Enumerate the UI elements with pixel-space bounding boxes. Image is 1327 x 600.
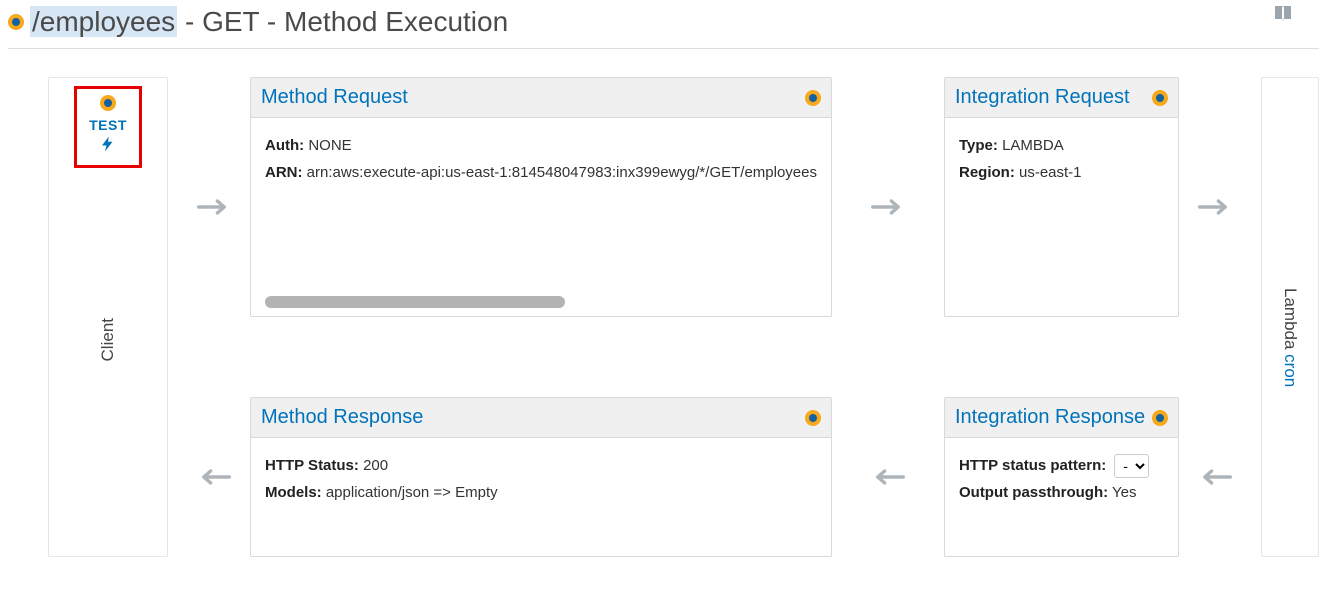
arrow-left-icon <box>838 397 938 557</box>
lambda-column: Lambda cron <box>1261 77 1319 557</box>
arrow-right-icon <box>184 77 244 337</box>
card-header: Method Response <box>251 398 831 438</box>
arrow-right-icon <box>1185 77 1245 337</box>
bullet-icon <box>805 410 821 426</box>
models-value: application/json => Empty <box>326 484 498 501</box>
horizontal-scrollbar[interactable] <box>265 296 565 308</box>
passthrough-value: Yes <box>1112 484 1136 501</box>
client-column: TEST Client <box>48 77 168 557</box>
card-body: Type: LAMBDA Region: us-east-1 <box>945 118 1178 316</box>
bullet-icon <box>805 90 821 106</box>
bullet-icon <box>100 95 116 111</box>
card-body: Auth: NONE ARN: arn:aws:execute-api:us-e… <box>251 118 831 316</box>
test-button[interactable]: TEST <box>74 86 142 168</box>
arrow-left-icon <box>184 397 244 557</box>
lambda-label: Lambda cron <box>1280 288 1300 387</box>
bullet-icon <box>1152 410 1168 426</box>
arrow-left-icon <box>1185 397 1245 557</box>
client-label: Client <box>98 318 118 361</box>
resource-path: /employees <box>30 6 177 37</box>
flow-area: TEST Client Method Request Auth: NONE AR… <box>8 49 1319 557</box>
status-pattern-select[interactable]: - <box>1114 454 1149 478</box>
arrow-right-icon <box>838 77 938 337</box>
card-title: Method Request <box>261 86 408 109</box>
card-title: Method Response <box>261 406 423 429</box>
card-header: Integration Response <box>945 398 1178 438</box>
lightning-icon <box>99 131 117 161</box>
documentation-icon[interactable] <box>1271 2 1295 31</box>
page-title: /employees - GET - Method Execution <box>30 6 508 38</box>
http-status-value: 200 <box>363 457 388 474</box>
bullet-icon <box>8 14 24 30</box>
integration-request-card[interactable]: Integration Request Type: LAMBDA Region:… <box>944 77 1179 317</box>
method-response-card[interactable]: Method Response HTTP Status: 200 Models:… <box>250 397 832 557</box>
lambda-function-link[interactable]: cron <box>1281 354 1300 387</box>
page-header: /employees - GET - Method Execution <box>8 0 1319 49</box>
method-request-card[interactable]: Method Request Auth: NONE ARN: arn:aws:e… <box>250 77 832 317</box>
card-title: Integration Response <box>955 406 1145 429</box>
integration-response-card[interactable]: Integration Response HTTP status pattern… <box>944 397 1179 557</box>
region-value: us-east-1 <box>1019 164 1082 181</box>
card-header: Method Request <box>251 78 831 118</box>
auth-value: NONE <box>308 137 351 154</box>
card-body: HTTP Status: 200 Models: application/jso… <box>251 438 831 556</box>
bullet-icon <box>1152 90 1168 106</box>
http-method: GET <box>202 6 259 37</box>
flow-grid: Method Request Auth: NONE ARN: arn:aws:e… <box>184 77 1245 557</box>
card-body: HTTP status pattern: - Output passthroug… <box>945 438 1178 556</box>
type-value: LAMBDA <box>1002 137 1064 154</box>
arn-value: arn:aws:execute-api:us-east-1:8145480479… <box>307 164 817 181</box>
card-header: Integration Request <box>945 78 1178 118</box>
card-title: Integration Request <box>955 86 1130 109</box>
title-suffix: Method Execution <box>284 6 508 37</box>
